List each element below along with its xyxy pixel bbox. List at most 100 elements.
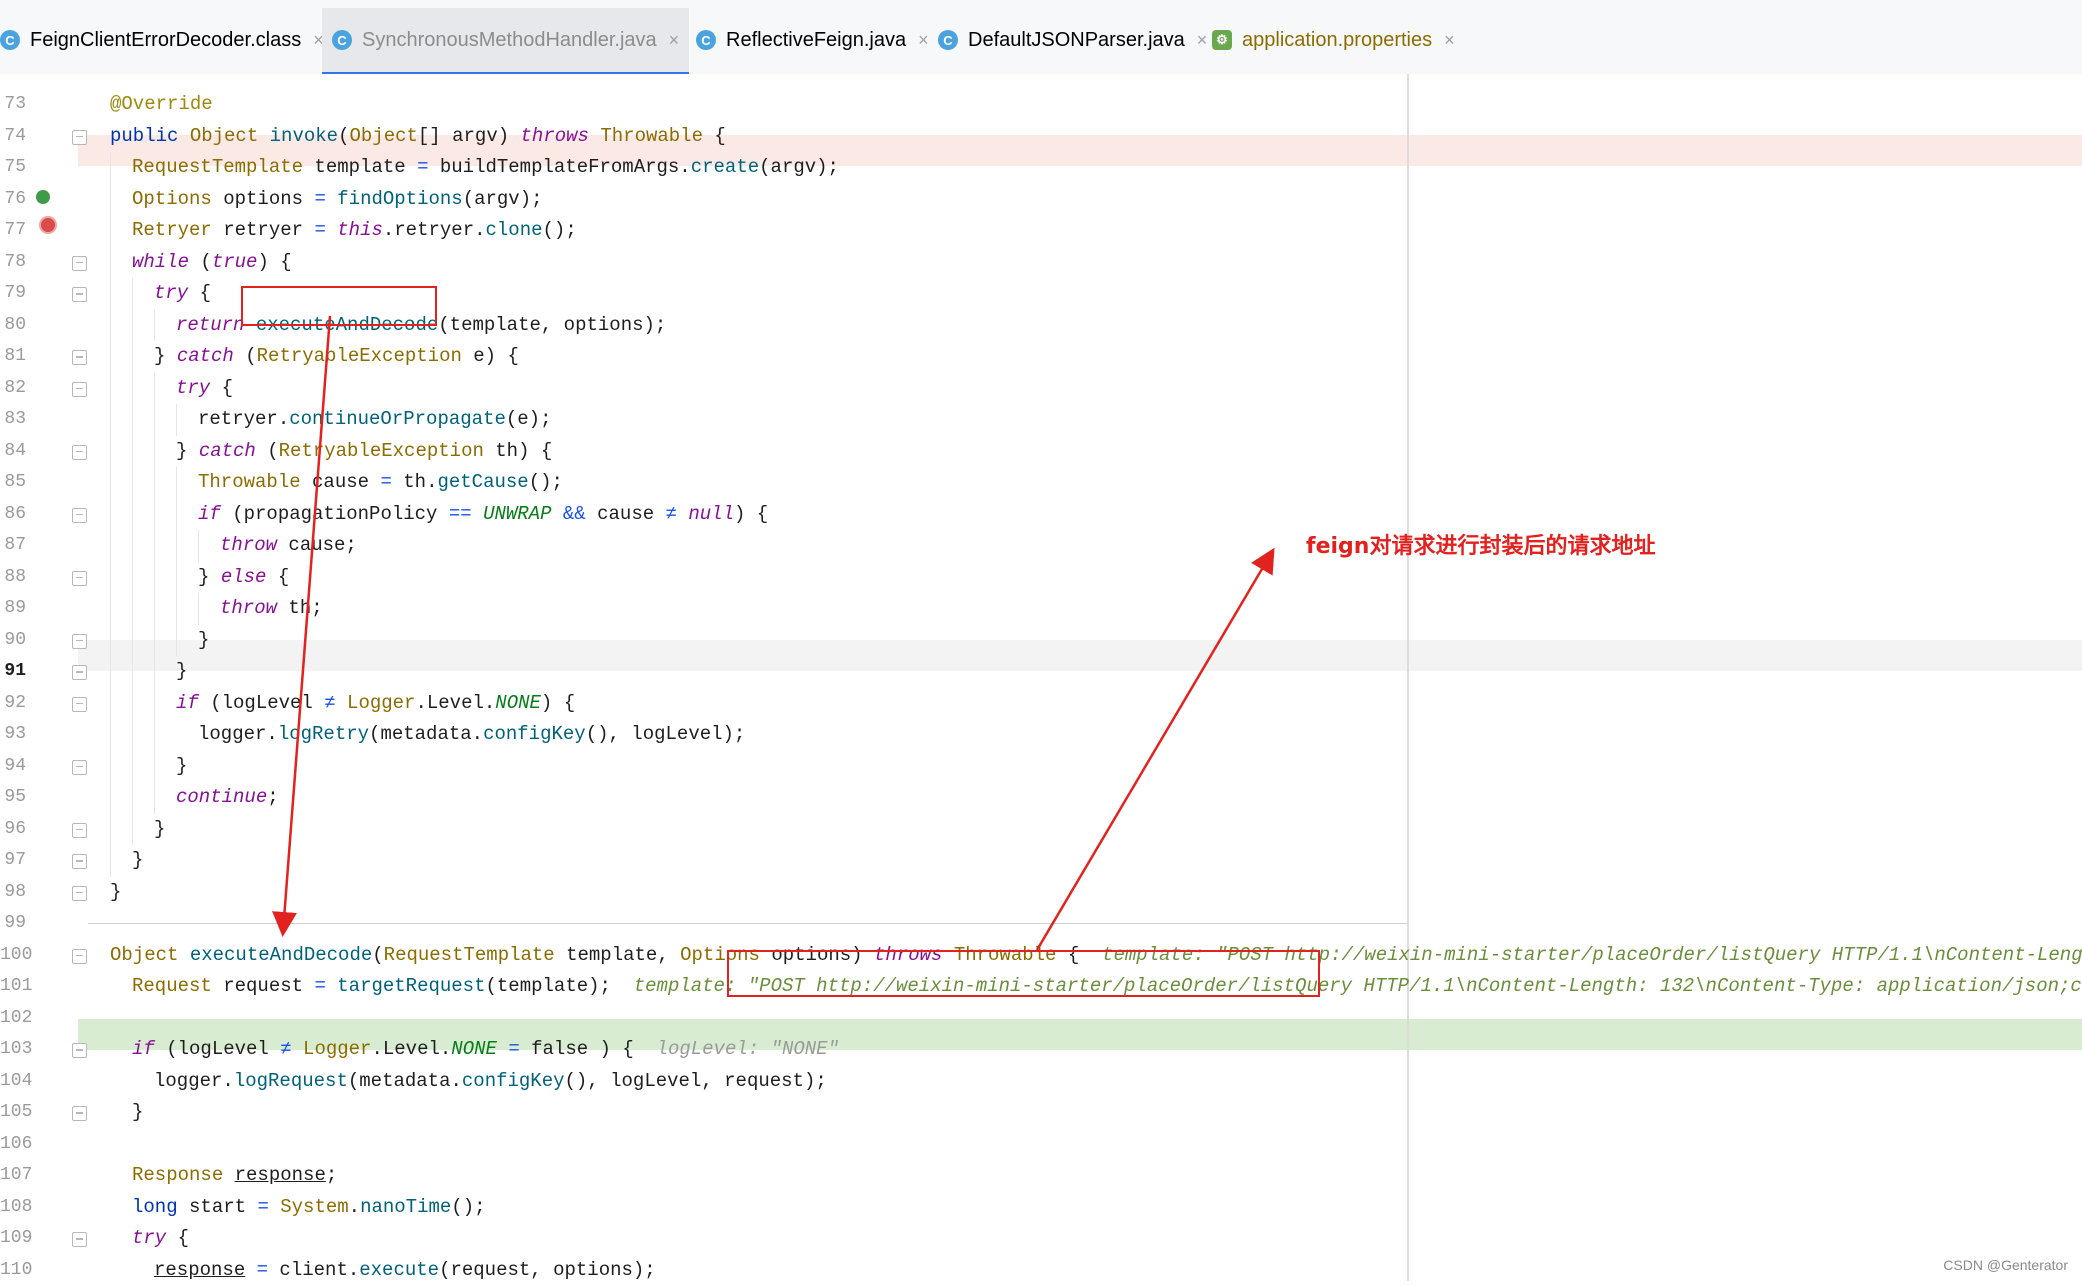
line-number[interactable]: 77 bbox=[0, 215, 26, 246]
line-number[interactable]: 85 bbox=[0, 467, 26, 498]
code-line[interactable]: } bbox=[132, 1097, 143, 1128]
line-number[interactable]: 99 bbox=[0, 908, 26, 939]
code-line[interactable]: @Override bbox=[110, 89, 213, 120]
line-number[interactable]: 103 bbox=[0, 1034, 32, 1065]
line-number[interactable]: 82 bbox=[0, 373, 26, 404]
code-line[interactable]: RequestTemplate template = buildTemplate… bbox=[132, 152, 839, 183]
code-line[interactable]: throw th; bbox=[220, 593, 323, 624]
code-line[interactable]: try { bbox=[132, 1223, 189, 1254]
code-line[interactable]: while (true) { bbox=[132, 247, 292, 278]
tab-default-json-parser[interactable]: C DefaultJSONParser.java × bbox=[938, 8, 1207, 72]
code-line[interactable]: } else { bbox=[198, 562, 289, 593]
code-line[interactable]: if (propagationPolicy == UNWRAP && cause… bbox=[198, 499, 768, 530]
fold-toggle-icon[interactable] bbox=[72, 1232, 87, 1247]
line-number[interactable]: 75 bbox=[0, 152, 26, 183]
tab-reflective-feign[interactable]: C ReflectiveFeign.java × bbox=[696, 8, 929, 72]
fold-toggle-icon[interactable] bbox=[72, 287, 87, 302]
code-line[interactable]: } bbox=[154, 814, 165, 845]
code-line[interactable]: Options options = findOptions(argv); bbox=[132, 184, 543, 215]
code-line[interactable]: public Object invoke(Object[] argv) thro… bbox=[110, 121, 726, 152]
code-line[interactable]: } bbox=[132, 845, 143, 876]
fold-toggle-icon[interactable] bbox=[72, 1106, 87, 1121]
line-number[interactable]: 81 bbox=[0, 341, 26, 372]
close-icon[interactable]: × bbox=[918, 30, 929, 51]
line-number[interactable]: 107 bbox=[0, 1160, 32, 1191]
fold-toggle-icon[interactable] bbox=[72, 948, 87, 964]
close-icon[interactable]: × bbox=[1444, 30, 1455, 51]
line-number[interactable]: 94 bbox=[0, 751, 26, 782]
line-number[interactable]: 86 bbox=[0, 499, 26, 530]
fold-toggle-icon[interactable] bbox=[72, 633, 87, 649]
fold-toggle-icon[interactable] bbox=[72, 759, 87, 775]
fold-toggle-icon[interactable] bbox=[72, 381, 87, 397]
code-line[interactable]: retryer.continueOrPropagate(e); bbox=[198, 404, 551, 435]
line-number[interactable]: 87 bbox=[0, 530, 26, 561]
fold-toggle-icon[interactable] bbox=[72, 822, 87, 838]
line-number[interactable]: 76 bbox=[0, 184, 26, 215]
code-line[interactable]: Throwable cause = th.getCause(); bbox=[198, 467, 563, 498]
code-line[interactable]: } catch (RetryableException th) { bbox=[176, 436, 552, 467]
close-icon[interactable]: × bbox=[1197, 30, 1208, 51]
fold-toggle-icon[interactable] bbox=[72, 570, 87, 586]
line-number[interactable]: 108 bbox=[0, 1192, 32, 1223]
close-icon[interactable]: × bbox=[669, 30, 680, 51]
breakpoint-icon[interactable] bbox=[39, 216, 57, 234]
line-number[interactable]: 89 bbox=[0, 593, 26, 624]
line-number[interactable]: 102 bbox=[0, 1003, 32, 1034]
line-number[interactable]: 84 bbox=[0, 436, 26, 467]
fold-toggle-icon[interactable] bbox=[72, 350, 87, 365]
line-number[interactable]: 106 bbox=[0, 1129, 32, 1160]
line-number[interactable]: 88 bbox=[0, 562, 26, 593]
fold-toggle-icon[interactable] bbox=[72, 665, 87, 680]
line-number[interactable]: 95 bbox=[0, 782, 26, 813]
code-line[interactable]: continue; bbox=[176, 782, 279, 813]
code-line[interactable]: Retryer retryer = this.retryer.clone(); bbox=[132, 215, 577, 246]
code-line[interactable]: logger.logRetry(metadata.configKey(), lo… bbox=[198, 719, 745, 750]
code-line[interactable]: } bbox=[198, 625, 209, 656]
tab-feign-client-error-decoder[interactable]: C FeignClientErrorDecoder.class × bbox=[0, 8, 324, 72]
line-number-gutter[interactable]: 73 74 75 76 77 78 79 80 81 82 83 84 85 86 87 88 89 90 91 92… bbox=[0, 74, 78, 1281]
code-line[interactable]: throw cause; bbox=[220, 530, 357, 561]
code-line[interactable]: } catch (RetryableException e) { bbox=[154, 341, 519, 372]
line-number[interactable]: 109 bbox=[0, 1223, 32, 1254]
line-number[interactable]: 79 bbox=[0, 278, 26, 309]
line-number[interactable]: 97 bbox=[0, 845, 26, 876]
line-number[interactable]: 100 bbox=[0, 940, 32, 971]
code-line[interactable]: } bbox=[110, 877, 121, 908]
fold-toggle-icon[interactable] bbox=[72, 885, 87, 901]
code-line[interactable]: } bbox=[176, 656, 187, 687]
code-line[interactable]: if (logLevel ≠ Logger.Level.NONE = false… bbox=[132, 1034, 839, 1065]
fold-toggle-icon[interactable] bbox=[72, 507, 87, 523]
override-method-icon[interactable] bbox=[36, 190, 50, 204]
fold-toggle-icon[interactable] bbox=[72, 444, 87, 460]
line-number[interactable]: 73 bbox=[0, 89, 26, 120]
code-line[interactable]: Response response; bbox=[132, 1160, 337, 1191]
line-number[interactable]: 101 bbox=[0, 971, 32, 1002]
code-line[interactable]: long start = System.nanoTime(); bbox=[132, 1192, 486, 1223]
code-line[interactable]: logger.logRequest(metadata.configKey(), … bbox=[154, 1066, 827, 1097]
tab-synchronous-method-handler[interactable]: C SynchronousMethodHandler.java × bbox=[322, 8, 690, 75]
line-number[interactable]: 104 bbox=[0, 1066, 32, 1097]
line-number[interactable]: 78 bbox=[0, 247, 26, 278]
line-number[interactable]: 74 bbox=[0, 121, 26, 152]
code-line[interactable]: if (logLevel ≠ Logger.Level.NONE) { bbox=[176, 688, 575, 719]
code-line[interactable]: try { bbox=[176, 373, 233, 404]
fold-toggle-icon[interactable] bbox=[72, 1043, 87, 1058]
line-number[interactable]: 92 bbox=[0, 688, 26, 719]
line-number[interactable]: 83 bbox=[0, 404, 26, 435]
line-number[interactable]: 90 bbox=[0, 625, 26, 656]
code-editor[interactable]: 73 74 75 76 77 78 79 80 81 82 83 84 85 86 87 88 89 90 91 92… bbox=[0, 74, 2082, 1281]
line-number[interactable]: 105 bbox=[0, 1097, 32, 1128]
line-number[interactable]: 96 bbox=[0, 814, 26, 845]
line-number[interactable]: 80 bbox=[0, 310, 26, 341]
fold-toggle-icon[interactable] bbox=[72, 854, 87, 869]
code-line[interactable]: try { bbox=[154, 278, 211, 309]
fold-toggle-icon[interactable] bbox=[72, 255, 87, 271]
tab-application-properties[interactable]: ⚙ application.properties × bbox=[1212, 8, 1455, 72]
line-number[interactable]: 98 bbox=[0, 877, 26, 908]
code-line[interactable]: } bbox=[176, 751, 187, 782]
fold-toggle-icon[interactable] bbox=[72, 696, 87, 712]
line-number[interactable]: 93 bbox=[0, 719, 26, 750]
fold-toggle-icon[interactable] bbox=[72, 129, 87, 145]
line-number[interactable]: 91 bbox=[0, 656, 26, 687]
